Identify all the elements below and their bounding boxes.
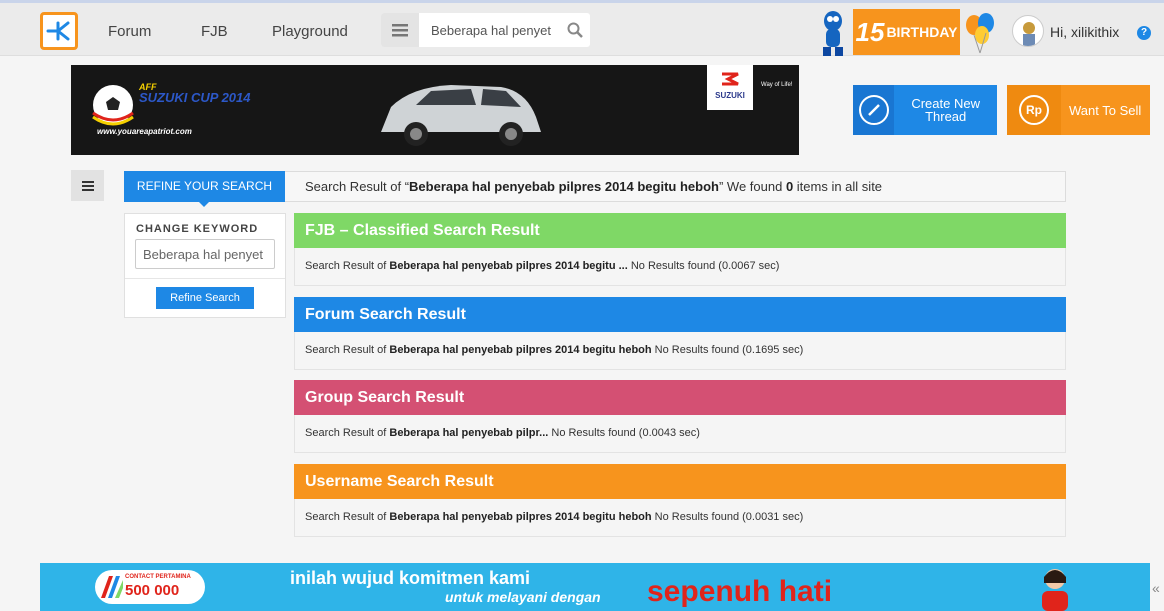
banner-suzuki-cup: SUZUKI CUP 2014 [139, 90, 251, 105]
section-title[interactable]: Group Search Result [294, 380, 1066, 415]
section-body: Search Result of Beberapa hal penyebab p… [294, 499, 1066, 537]
create-thread-button[interactable]: Create New Thread [853, 85, 997, 135]
pertamina-contact-logo: CONTACT PERTAMINA 500 000 [95, 570, 205, 604]
section-body: Search Result of Beberapa hal penyebab p… [294, 415, 1066, 453]
tab-refine-search[interactable]: REFINE YOUR SEARCH [124, 171, 285, 207]
summary-suffix: items in all site [793, 179, 883, 194]
ad-slogan: sepenuh hati [647, 575, 833, 608]
suzuki-banner-ad[interactable]: AFF SUZUKI CUP 2014 www.youareapatriot.c… [71, 65, 799, 155]
result-status: No Results found (0.0031 sec) [651, 511, 804, 523]
contact-number: 500 000 [125, 582, 180, 599]
keyword-input[interactable] [135, 239, 275, 269]
birthday-badge[interactable]: 15 BIRTHDAY [853, 9, 960, 55]
search-menu-button[interactable] [381, 13, 419, 47]
change-keyword-label: CHANGE KEYWORD [136, 223, 259, 235]
search-input[interactable] [431, 22, 561, 38]
top-search [381, 13, 590, 47]
ad-line-2: untuk melayani dengan [445, 589, 601, 605]
result-query: Beberapa hal penyebab pilpres 2014 begit… [389, 511, 652, 523]
help-icon[interactable]: ? [1137, 26, 1151, 40]
nav-fjb[interactable]: FJB [201, 23, 228, 40]
want-to-sell-label: Want To Sell [1069, 102, 1142, 118]
collapse-arrow-icon[interactable]: « [1152, 580, 1160, 596]
sell-icon-box: Rp [1007, 85, 1061, 135]
hamburger-icon [81, 180, 94, 191]
rupiah-icon: Rp [1019, 95, 1049, 125]
result-query: Beberapa hal penyebab pilpres 2014 begit… [389, 260, 628, 272]
banner-site: www.youareapatriot.com [97, 127, 192, 136]
avatar-image [1023, 22, 1035, 46]
create-thread-icon-box [853, 85, 895, 135]
car-image [381, 85, 541, 146]
suzuki-logo: SUZUKI [707, 65, 753, 110]
nav-playground[interactable]: Playground [272, 23, 348, 40]
search-icon[interactable] [567, 22, 583, 38]
section-title[interactable]: Forum Search Result [294, 297, 1066, 332]
suzuki-s-icon [722, 72, 739, 86]
want-to-sell-button[interactable]: Rp Want To Sell [1007, 85, 1150, 135]
summary-prefix: Search Result of “ [305, 179, 410, 194]
result-prefix: Search Result of [305, 511, 390, 523]
section-body: Search Result of Beberapa hal penyebab p… [294, 332, 1066, 370]
mascot-icon [823, 11, 843, 56]
avatar[interactable] [1012, 15, 1044, 47]
result-status: No Results found (0.0067 sec) [627, 260, 780, 272]
search-summary: Search Result of “Beberapa hal penyebab … [285, 171, 1066, 202]
top-navbar: Forum FJB Playground 15 BIRTHDAY Hi, xil… [0, 0, 1164, 56]
section-body: Search Result of Beberapa hal penyebab p… [294, 248, 1066, 286]
ad-line-1: inilah wujud komitmen kami [290, 568, 531, 588]
balloons-icon [966, 13, 994, 54]
hamburger-icon [392, 23, 408, 36]
result-status: No Results found (0.1695 sec) [651, 344, 804, 356]
summary-query: Beberapa hal penyebab pilpres 2014 begit… [409, 179, 719, 194]
result-prefix: Search Result of [305, 260, 390, 272]
kaskus-k-icon [46, 21, 70, 41]
result-prefix: Search Result of [305, 344, 390, 356]
banner-brand: SUZUKI [715, 91, 745, 100]
result-prefix: Search Result of [305, 427, 390, 439]
fjb-result-section: FJB – Classified Search Result Search Re… [294, 213, 1066, 286]
sidebar-toggle[interactable] [71, 170, 104, 201]
section-title[interactable]: Username Search Result [294, 464, 1066, 499]
contact-label: CONTACT PERTAMINA [125, 574, 191, 580]
result-status: No Results found (0.0043 sec) [548, 427, 700, 439]
summary-mid: ” We found [718, 179, 786, 194]
football-logo-icon [92, 85, 134, 126]
pencil-icon [858, 95, 889, 125]
birthday-number: 15 [855, 16, 885, 47]
create-thread-label: Create New Thread [911, 96, 980, 124]
divider [125, 278, 285, 279]
result-query: Beberapa hal penyebab pilpres 2014 begit… [389, 344, 652, 356]
refine-search-button[interactable]: Refine Search [156, 287, 254, 309]
forum-result-section: Forum Search Result Search Result of Beb… [294, 297, 1066, 370]
banner-tagline: Way of Life! [761, 82, 793, 88]
group-result-section: Group Search Result Search Result of Beb… [294, 380, 1066, 453]
birthday-text: BIRTHDAY [886, 24, 958, 40]
woman-image [1042, 569, 1068, 611]
user-greeting[interactable]: Hi, xilikithix [1050, 24, 1119, 40]
nav-forum[interactable]: Forum [108, 23, 151, 40]
refine-panel: CHANGE KEYWORD Refine Search [124, 213, 286, 318]
username-result-section: Username Search Result Search Result of … [294, 464, 1066, 537]
pertamina-banner-ad[interactable]: CONTACT PERTAMINA 500 000 inilah wujud k… [40, 563, 1150, 611]
kaskus-logo[interactable] [40, 12, 78, 50]
result-query: Beberapa hal penyebab pilpr... [389, 427, 549, 439]
section-title[interactable]: FJB – Classified Search Result [294, 213, 1066, 248]
pertamina-icon [101, 576, 123, 598]
